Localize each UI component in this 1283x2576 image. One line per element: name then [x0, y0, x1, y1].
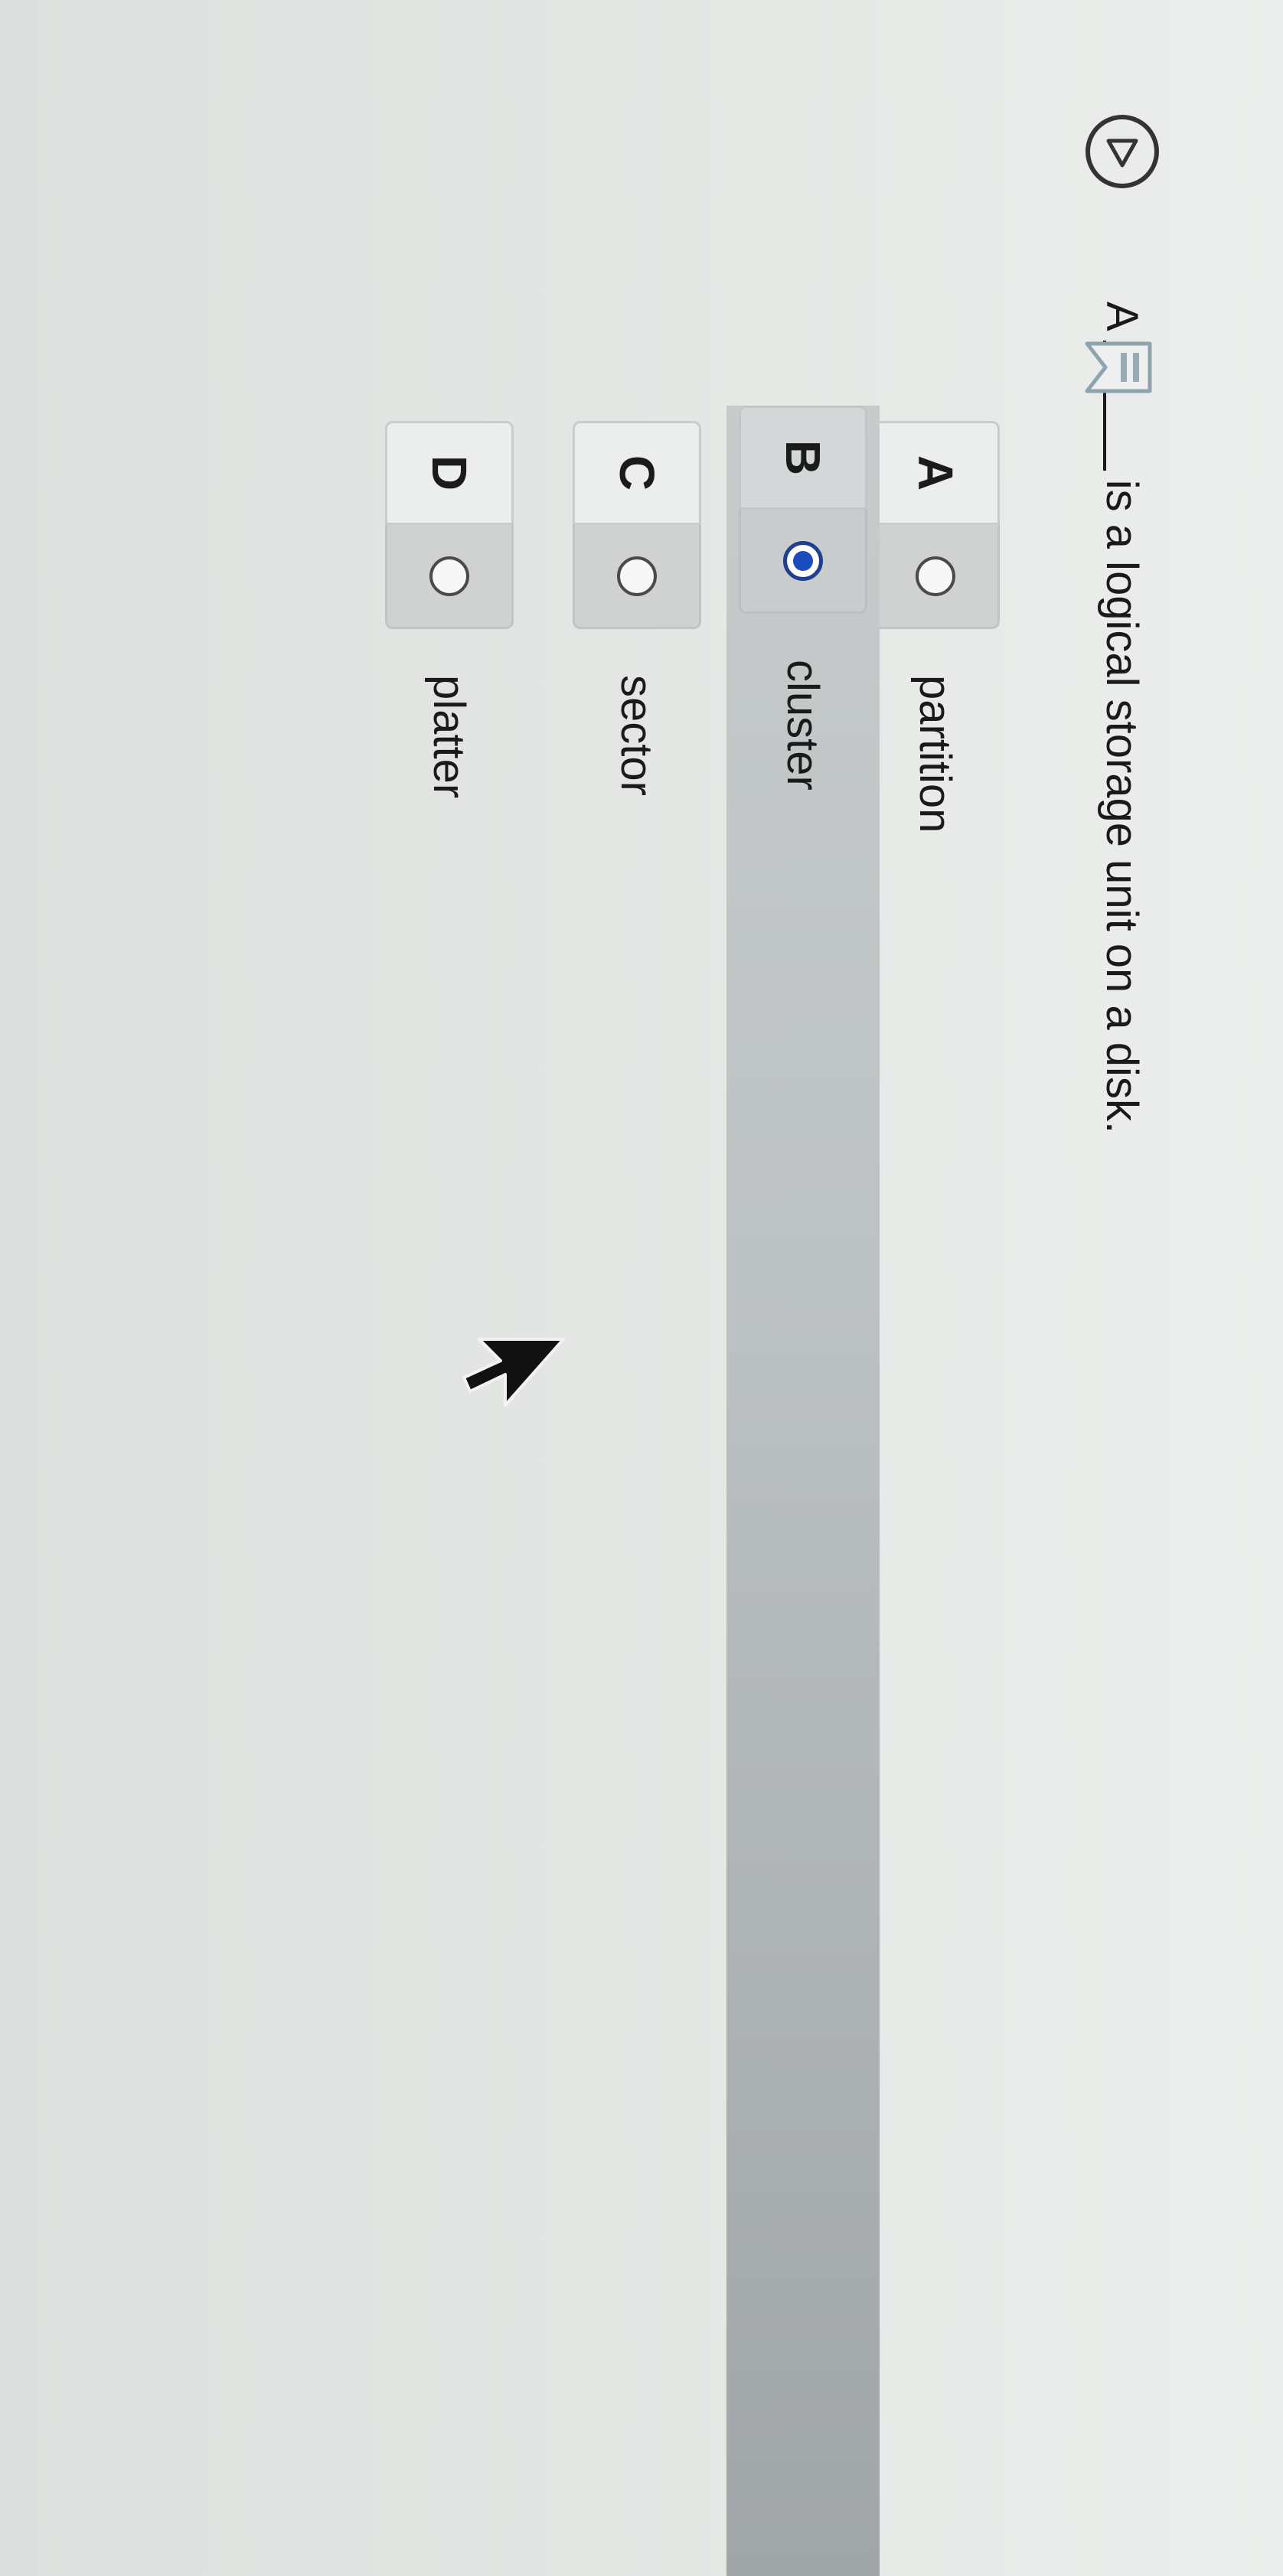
radio-button-selected[interactable]	[783, 540, 823, 581]
choice-label: partition	[910, 675, 961, 833]
choice-c[interactable]: C sector	[573, 421, 701, 2576]
play-audio-button[interactable]	[1085, 115, 1159, 188]
choice-b[interactable]: B cluster	[726, 406, 880, 2576]
mouse-pointer-icon	[462, 1338, 565, 1407]
choice-label: platter	[424, 675, 475, 799]
choice-radio-container[interactable]	[739, 510, 867, 614]
question-prefix: A	[1097, 302, 1148, 331]
bookmark-icon[interactable]	[1081, 333, 1154, 402]
choice-radio-container[interactable]	[871, 525, 1000, 629]
question-text: is a logical storage unit on a disk.	[1097, 479, 1148, 1134]
radio-button[interactable]	[916, 556, 955, 596]
choice-label: cluster	[778, 660, 828, 791]
photo-frame: A is a logical storage unit on a disk. A…	[0, 0, 1283, 2576]
choice-d[interactable]: D platter	[385, 421, 514, 2576]
choice-radio-container[interactable]	[573, 525, 701, 629]
play-triangle-icon	[1106, 139, 1138, 168]
choice-radio-container[interactable]	[385, 525, 514, 629]
choice-label: sector	[612, 675, 662, 796]
choice-letter: A	[871, 421, 1000, 525]
choice-letter: B	[739, 406, 867, 510]
question-row: A is a logical storage unit on a disk.	[1076, 115, 1168, 1134]
radio-button[interactable]	[429, 556, 469, 596]
choice-a[interactable]: A partition	[871, 421, 1000, 2576]
choice-letter: D	[385, 421, 514, 525]
choice-letter: C	[573, 421, 701, 525]
quiz-screen: A is a logical storage unit on a disk. A…	[0, 0, 1283, 2576]
radio-button[interactable]	[617, 556, 657, 596]
